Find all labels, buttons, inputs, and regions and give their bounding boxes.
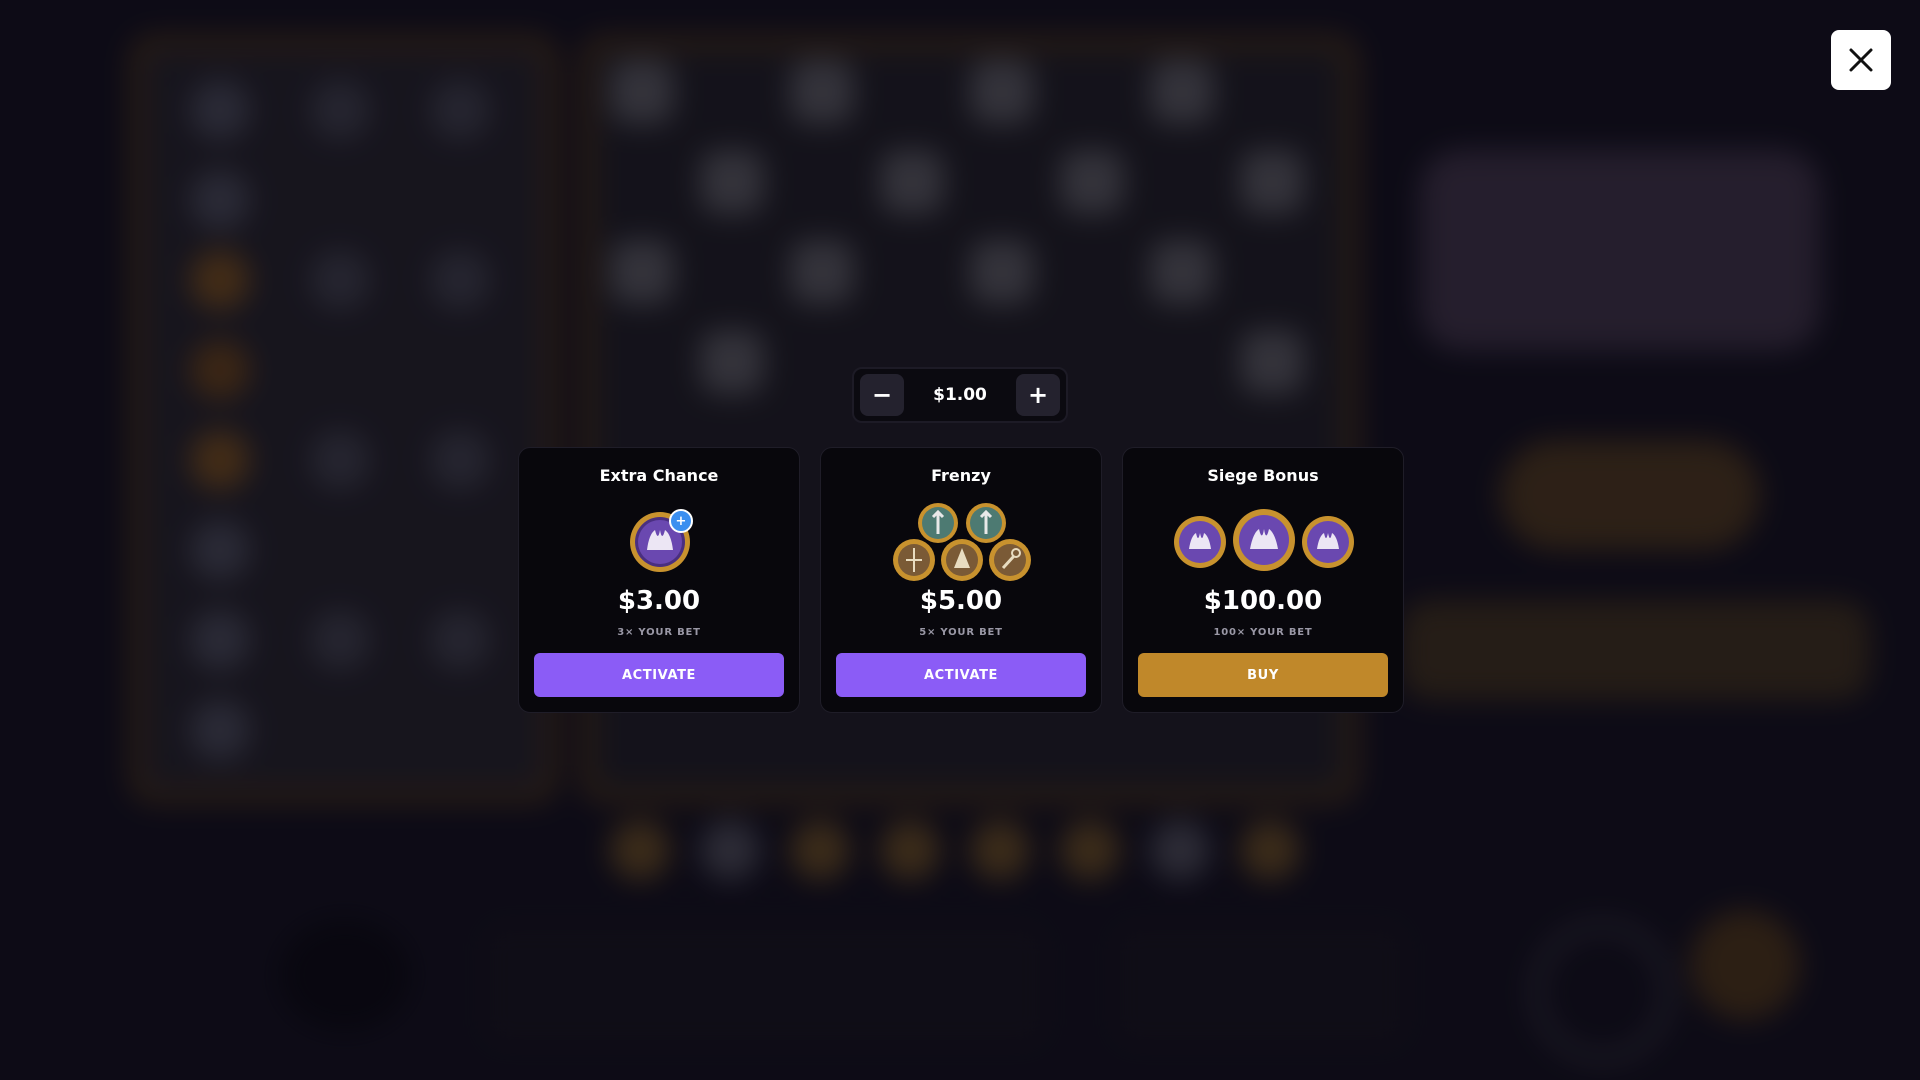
frenzy-card: Frenzy $5.00 5× YOUR BET ACTIVATE — [820, 447, 1102, 713]
siege-bonus-card: Siege Bonus $100.00 100× YOUR BET BUY — [1122, 447, 1404, 713]
card-price: $5.00 — [919, 586, 1003, 616]
decrease-bet-button[interactable]: − — [860, 374, 904, 416]
card-multiplier: 5× YOUR BET — [919, 627, 1003, 638]
plus-badge: + — [675, 513, 687, 529]
activate-frenzy-button[interactable]: ACTIVATE — [836, 653, 1086, 697]
close-icon — [1849, 48, 1873, 72]
extra-chance-card: Extra Chance + $3.00 3× YOUR BET ACTIVAT… — [518, 447, 800, 713]
bet-value: $1.00 — [933, 385, 987, 405]
card-multiplier: 100× YOUR BET — [1213, 627, 1313, 638]
increase-bet-button[interactable]: + — [1016, 374, 1060, 416]
card-price: $100.00 — [1203, 586, 1323, 616]
bet-stepper: − $1.00 + — [852, 367, 1068, 423]
close-button[interactable] — [1831, 30, 1891, 90]
buy-siege-bonus-button[interactable]: BUY — [1138, 653, 1388, 697]
card-multiplier: 3× YOUR BET — [617, 627, 701, 638]
card-title: Frenzy — [931, 466, 991, 485]
activate-extra-chance-button[interactable]: ACTIVATE — [534, 653, 784, 697]
card-title: Extra Chance — [599, 466, 719, 485]
card-price: $3.00 — [617, 586, 701, 616]
card-title: Siege Bonus — [1207, 466, 1319, 485]
